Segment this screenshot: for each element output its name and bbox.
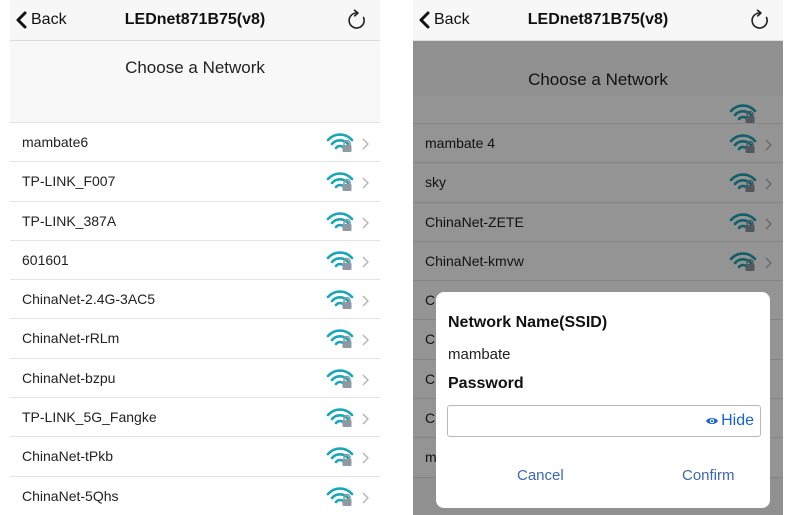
wifi-locked-icon <box>326 369 356 389</box>
network-ssid: TP-LINK_F007 <box>22 173 116 190</box>
network-ssid: ChinaNet-bzpu <box>22 369 116 386</box>
nav-bar: Back LEDnet871B75(v8) <box>10 0 380 41</box>
wifi-locked-icon <box>326 408 356 428</box>
network-row[interactable]: ChinaNet-rRLm <box>10 319 380 359</box>
cancel-button[interactable]: Cancel <box>517 467 564 484</box>
eye-icon <box>706 418 719 424</box>
network-ssid: ChinaNet-tPkb <box>22 448 114 465</box>
ssid-value: mambate <box>448 346 511 363</box>
wifi-locked-icon <box>326 133 356 153</box>
network-ssid: ChinaNet-rRLm <box>22 330 120 347</box>
chevron-right-icon <box>362 491 369 504</box>
network-ssid: ChinaNet-5Qhs <box>22 487 119 504</box>
network-ssid: ChinaNet-2.4G-3AC5 <box>22 291 156 308</box>
wifi-locked-icon <box>326 447 356 467</box>
hide-label: Hide <box>721 412 754 429</box>
network-password-screen: Choose a Network mambate 4 sky ChinaNet-… <box>413 0 783 515</box>
back-label: Back <box>434 11 470 28</box>
chevron-right-icon <box>362 451 369 464</box>
network-row[interactable]: ChinaNet-5Qhs <box>10 476 380 515</box>
wifi-locked-icon <box>326 487 356 507</box>
password-field: Hide <box>447 405 761 437</box>
chevron-right-icon <box>362 255 369 268</box>
network-ssid: mambate6 <box>22 134 89 150</box>
network-ssid: TP-LINK_5G_Fangke <box>22 409 157 426</box>
network-row[interactable]: 601601 <box>10 240 380 281</box>
wifi-locked-icon <box>326 290 356 310</box>
network-ssid: TP-LINK_387A <box>22 212 117 229</box>
refresh-icon[interactable] <box>749 9 771 31</box>
network-list-screen: Back LEDnet871B75(v8) Choose a Network m… <box>10 0 380 515</box>
refresh-icon[interactable] <box>346 9 368 31</box>
wifi-locked-icon <box>326 211 356 232</box>
choose-network-heading: Choose a Network <box>125 58 265 77</box>
hide-password-toggle[interactable]: Hide <box>705 406 754 436</box>
network-row[interactable]: ChinaNet-bzpu <box>10 358 380 399</box>
network-row[interactable]: ChinaNet-tPkb <box>10 437 380 477</box>
chevron-left-icon <box>16 11 27 29</box>
password-dialog: Network Name(SSID) mambate Password Hide… <box>436 292 770 508</box>
password-input[interactable] <box>454 410 678 434</box>
chevron-left-icon <box>419 11 430 29</box>
network-ssid: 601601 <box>22 251 69 268</box>
network-row[interactable]: TP-LINK_5G_Fangke <box>10 398 380 438</box>
chevron-right-icon <box>362 176 369 189</box>
confirm-button[interactable]: Confirm <box>682 467 735 484</box>
chevron-right-icon <box>362 412 369 425</box>
network-row[interactable]: mambate6 <box>10 123 380 163</box>
back-button[interactable]: Back <box>16 0 67 40</box>
wifi-locked-icon <box>326 172 356 192</box>
nav-bar: Back LEDnet871B75(v8) <box>413 0 783 41</box>
network-row[interactable]: ChinaNet-2.4G-3AC5 <box>10 280 380 320</box>
chevron-right-icon <box>362 373 369 386</box>
ssid-label: Network Name(SSID) <box>448 314 608 331</box>
network-list: mambate6 TP-LINK_F007 TP-LINK_387A 60160… <box>10 122 380 515</box>
network-row[interactable]: TP-LINK_F007 <box>10 162 380 202</box>
chevron-right-icon <box>362 294 369 307</box>
wifi-locked-icon <box>326 251 356 271</box>
chevron-right-icon <box>362 216 369 229</box>
network-row[interactable]: TP-LINK_387A <box>10 201 380 241</box>
chevron-right-icon <box>362 333 369 346</box>
back-label: Back <box>31 11 67 28</box>
back-button[interactable]: Back <box>419 0 470 40</box>
password-label: Password <box>448 375 524 392</box>
wifi-locked-icon <box>326 329 356 349</box>
chevron-right-icon <box>362 137 369 150</box>
